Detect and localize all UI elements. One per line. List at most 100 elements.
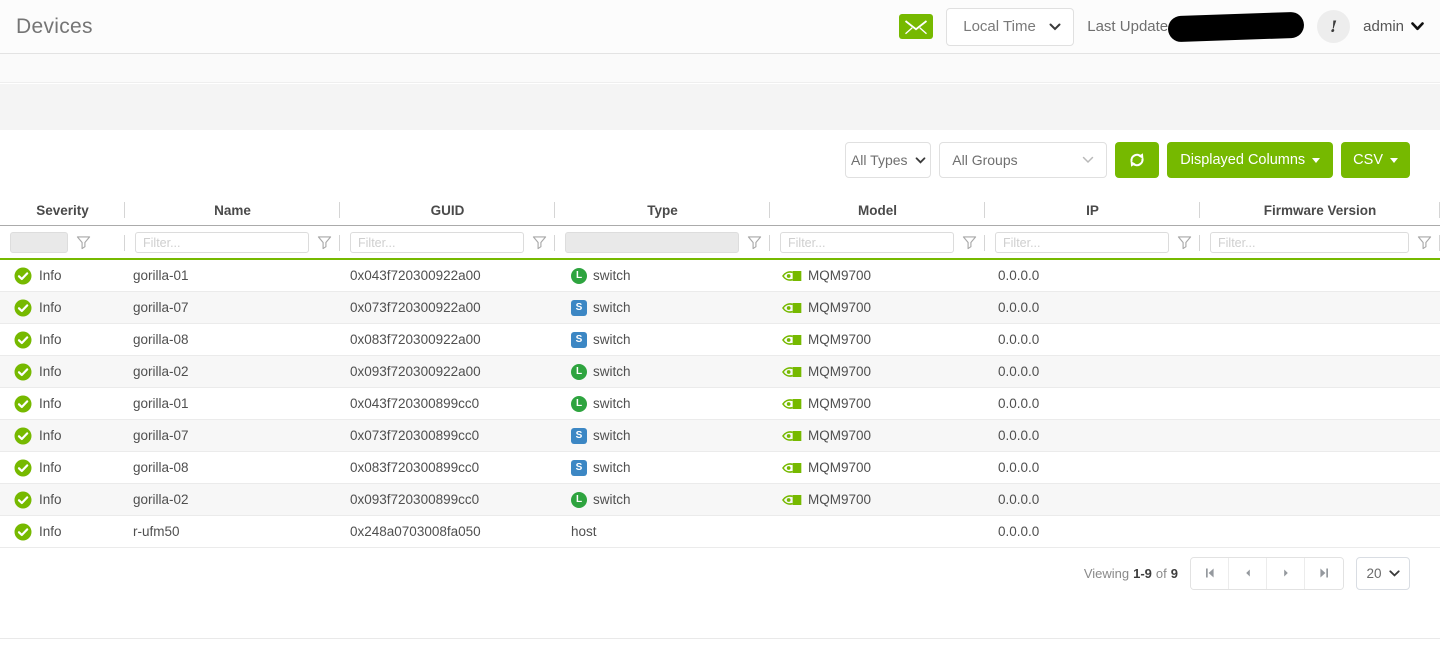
ip-cell: 0.0.0.0 [985, 260, 1200, 291]
table-filter-row [0, 227, 1440, 258]
severity-cell: Info [0, 420, 125, 451]
last-page-button[interactable] [1305, 558, 1343, 589]
model-label: MQM9700 [808, 396, 871, 411]
filter-funnel-icon[interactable] [1417, 235, 1432, 250]
table-body: Infogorilla-010x043f720300922a00LswitchM… [0, 258, 1440, 548]
column-header-name[interactable]: Name [125, 195, 340, 225]
firmware-cell [1200, 388, 1440, 419]
last-update: Last Update [1087, 14, 1304, 40]
severity-label: Info [39, 396, 62, 411]
check-circle-icon [14, 331, 32, 349]
filter-funnel-icon[interactable] [962, 235, 977, 250]
leaf-badge: L [571, 396, 587, 412]
devices-page: Devices Local Time Last Update [0, 0, 1440, 656]
nvidia-logo-icon [782, 397, 802, 411]
severity-cell: Info [0, 516, 125, 547]
viewing-range: 1-9 [1133, 566, 1152, 581]
filter-funnel-icon[interactable] [1177, 235, 1192, 250]
device-row[interactable]: Infogorilla-020x093f720300899cc0LswitchM… [0, 484, 1440, 516]
device-row[interactable]: Infogorilla-080x083f720300922a00SswitchM… [0, 324, 1440, 356]
help-button[interactable]: ! [1317, 10, 1350, 43]
last-page-icon [1318, 567, 1330, 579]
severity-label: Info [39, 492, 62, 507]
ip-cell: 0.0.0.0 [985, 356, 1200, 387]
leaf-badge: L [571, 364, 587, 380]
redaction-scribble [1168, 11, 1305, 42]
column-header-severity[interactable]: Severity [0, 195, 125, 225]
model-cell: MQM9700 [770, 452, 985, 483]
first-page-icon [1204, 567, 1216, 579]
viewing-total: 9 [1171, 566, 1178, 581]
guid-filter-input[interactable] [350, 232, 524, 253]
firmware-cell [1200, 260, 1440, 291]
filter-funnel-icon[interactable] [532, 235, 547, 250]
column-header-guid[interactable]: GUID [340, 195, 555, 225]
next-page-button[interactable] [1267, 558, 1305, 589]
device-row[interactable]: Infogorilla-070x073f720300899cc0SswitchM… [0, 420, 1440, 452]
type-label: switch [593, 492, 631, 507]
filter-funnel-icon[interactable] [747, 235, 762, 250]
page-size-select[interactable]: 20 [1356, 557, 1410, 590]
section-band [0, 84, 1440, 130]
spine-badge: S [571, 428, 587, 444]
nvidia-logo-icon [782, 333, 802, 347]
device-row[interactable]: Infogorilla-010x043f720300922a00LswitchM… [0, 260, 1440, 292]
last-update-label: Last Update [1087, 18, 1168, 35]
device-row[interactable]: Infogorilla-080x083f720300899cc0SswitchM… [0, 452, 1440, 484]
name-filter-input[interactable] [135, 232, 309, 253]
nvidia-logo-icon [782, 429, 802, 443]
next-page-icon [1280, 567, 1292, 579]
filter-cell-guid [340, 227, 555, 258]
timezone-select[interactable]: Local Time [946, 8, 1074, 46]
severity-label: Info [39, 428, 62, 443]
firmware-filter-input[interactable] [1210, 232, 1409, 253]
severity-cell: Info [0, 324, 125, 355]
type-filter-value: All Types [851, 152, 908, 168]
severity-filter-disabled [10, 232, 68, 253]
type-label: switch [593, 428, 631, 443]
column-header-model[interactable]: Model [770, 195, 985, 225]
chevron-down-icon [1389, 570, 1400, 577]
type-cell: Lswitch [555, 260, 770, 291]
mail-button[interactable] [899, 14, 933, 39]
guid-cell: 0x093f720300899cc0 [340, 484, 555, 515]
model-cell: MQM9700 [770, 388, 985, 419]
column-header-type[interactable]: Type [555, 195, 770, 225]
model-filter-input[interactable] [780, 232, 954, 253]
model-label: MQM9700 [808, 428, 871, 443]
device-row[interactable]: Infogorilla-070x073f720300922a00SswitchM… [0, 292, 1440, 324]
column-header-ip[interactable]: IP [985, 195, 1200, 225]
refresh-button[interactable] [1115, 142, 1159, 178]
nvidia-logo-icon [782, 269, 802, 283]
header-actions: Local Time Last Update ! admin [899, 8, 1424, 46]
prev-page-button[interactable] [1229, 558, 1267, 589]
leaf-badge: L [571, 268, 587, 284]
type-label: switch [593, 332, 631, 347]
caret-down-icon [1312, 158, 1320, 163]
csv-export-button[interactable]: CSV [1341, 142, 1410, 178]
type-filter-select[interactable]: All Types [845, 142, 931, 178]
group-filter-select[interactable]: All Groups [939, 142, 1107, 178]
ip-cell: 0.0.0.0 [985, 452, 1200, 483]
model-label: MQM9700 [808, 492, 871, 507]
device-row[interactable]: Infogorilla-020x093f720300922a00LswitchM… [0, 356, 1440, 388]
user-menu[interactable]: admin [1363, 18, 1424, 35]
filter-funnel-icon[interactable] [76, 235, 91, 250]
first-page-button[interactable] [1191, 558, 1229, 589]
device-row[interactable]: Infogorilla-010x043f720300899cc0LswitchM… [0, 388, 1440, 420]
chevron-down-icon [1411, 22, 1424, 31]
table-toolbar: All Types All Groups Displayed Colum [845, 142, 1410, 178]
device-row[interactable]: Infor-ufm500x248a0703008fa050host0.0.0.0 [0, 516, 1440, 548]
csv-label: CSV [1353, 152, 1383, 168]
type-cell: Sswitch [555, 292, 770, 323]
check-circle-icon [14, 427, 32, 445]
filter-funnel-icon[interactable] [317, 235, 332, 250]
filter-cell-name [125, 227, 340, 258]
displayed-columns-button[interactable]: Displayed Columns [1167, 142, 1333, 178]
model-label: MQM9700 [808, 460, 871, 475]
column-header-firmware[interactable]: Firmware Version [1200, 195, 1440, 225]
ip-filter-input[interactable] [995, 232, 1169, 253]
type-cell: Sswitch [555, 324, 770, 355]
check-circle-icon [14, 267, 32, 285]
user-menu-label: admin [1363, 18, 1404, 35]
